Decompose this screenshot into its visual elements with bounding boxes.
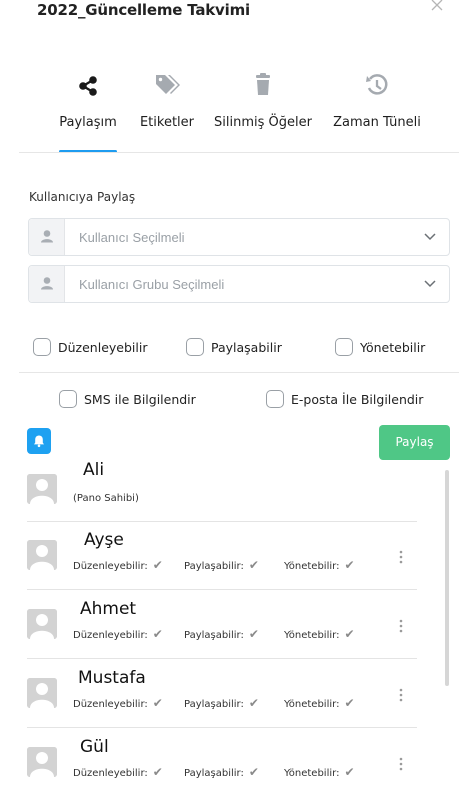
close-icon[interactable] (428, 0, 446, 16)
tags-icon (139, 70, 195, 100)
tab-deleted-items[interactable]: Silinmiş Öğeler (213, 70, 313, 154)
user-select-placeholder: Kullanıcı Seçilmeli (79, 230, 185, 245)
notification-options: SMS ile Bilgilendir E-posta İle Bilgilen… (0, 389, 470, 411)
perm-editable: Düzenleyebilir: ✔ (73, 627, 163, 641)
dialog-title: 2022_Güncelleme Takvimi (37, 1, 250, 19)
check-icon: ✔ (248, 627, 259, 641)
checkbox-box[interactable] (59, 390, 77, 408)
divider (19, 372, 459, 373)
chevron-down-icon (424, 280, 436, 288)
more-options-icon[interactable] (398, 757, 404, 771)
avatar (27, 540, 57, 570)
perm-shareable: Paylaşabilir: ✔ (184, 558, 259, 572)
check-icon: ✔ (344, 627, 355, 641)
share-button[interactable]: Paylaş (379, 425, 450, 460)
history-icon (330, 70, 424, 100)
perm-editable: Düzenleyebilir: ✔ (73, 696, 163, 710)
user-name: Ayşe (84, 530, 124, 550)
shareable-checkbox[interactable]: Paylaşabilir (186, 337, 282, 357)
divider (19, 152, 459, 153)
divider (27, 589, 417, 590)
chevron-down-icon (424, 233, 436, 241)
user-name: Mustafa (78, 668, 146, 688)
tab-tags[interactable]: Etiketler (139, 70, 195, 154)
checkbox-box[interactable] (186, 338, 204, 356)
user-icon (29, 266, 65, 302)
perm-editable: Düzenleyebilir: ✔ (73, 765, 163, 779)
perm-editable: Düzenleyebilir: ✔ (73, 558, 163, 572)
user-select[interactable]: Kullanıcı Seçilmeli (28, 218, 450, 256)
list-item: Mustafa Düzenleyebilir: ✔ Paylaşabilir: ✔ … (0, 668, 470, 737)
sms-notify-checkbox[interactable]: SMS ile Bilgilendir (59, 389, 196, 409)
manageable-label: Yönetebilir (360, 339, 426, 355)
check-icon: ✔ (152, 627, 163, 641)
user-group-select[interactable]: Kullanıcı Grubu Seçilmeli (28, 265, 450, 303)
tab-tags-label: Etiketler (139, 115, 195, 130)
more-options-icon[interactable] (398, 619, 404, 633)
more-options-icon[interactable] (398, 550, 404, 564)
user-icon (29, 219, 65, 255)
shareable-label: Paylaşabilir (211, 339, 282, 355)
tab-timeline[interactable]: Zaman Tüneli (330, 70, 424, 154)
check-icon: ✔ (152, 696, 163, 710)
owner-note: (Pano Sahibi) (73, 493, 139, 504)
user-name: Ahmet (80, 599, 137, 619)
editable-label: Düzenleyebilir (58, 339, 148, 355)
list-item: Gül Düzenleyebilir: ✔ Paylaşabilir: ✔ Yöne… (0, 737, 470, 791)
user-group-select-placeholder: Kullanıcı Grubu Seçilmeli (79, 277, 225, 292)
bell-icon (34, 435, 44, 448)
avatar (27, 609, 57, 639)
email-notify-checkbox[interactable]: E-posta İle Bilgilendir (266, 389, 423, 409)
notify-button[interactable] (27, 428, 51, 454)
perm-manageable: Yönetebilir: ✔ (284, 627, 355, 641)
share-icon (57, 70, 119, 100)
perm-manageable: Yönetebilir: ✔ (284, 696, 355, 710)
checkbox-box[interactable] (33, 338, 51, 356)
divider (27, 521, 417, 522)
list-item: Ayşe Düzenleyebilir: ✔ Paylaşabilir: ✔ Yön… (0, 530, 470, 599)
sms-notify-label: SMS ile Bilgilendir (84, 391, 196, 407)
checkbox-box[interactable] (335, 338, 353, 356)
email-notify-label: E-posta İle Bilgilendir (291, 391, 424, 407)
list-item: Ahmet Düzenleyebilir: ✔ Paylaşabilir: ✔ Yö… (0, 599, 470, 668)
checkbox-box[interactable] (266, 390, 284, 408)
more-options-icon[interactable] (398, 688, 404, 702)
check-icon: ✔ (344, 558, 355, 572)
check-icon: ✔ (248, 765, 259, 779)
list-scrollbar[interactable] (445, 470, 449, 686)
user-name: Ali (83, 462, 105, 480)
editable-checkbox[interactable]: Düzenleyebilir (33, 337, 147, 357)
tab-deleted-items-label: Silinmiş Öğeler (214, 115, 312, 130)
avatar (27, 747, 57, 777)
permission-options: Düzenleyebilir Paylaşabilir Yönetebilir (0, 337, 470, 359)
check-icon: ✔ (344, 765, 355, 779)
check-icon: ✔ (248, 558, 259, 572)
perm-manageable: Yönetebilir: ✔ (284, 765, 355, 779)
perm-shareable: Paylaşabilir: ✔ (184, 627, 259, 641)
tab-timeline-label: Zaman Tüneli (333, 115, 421, 130)
check-icon: ✔ (152, 765, 163, 779)
check-icon: ✔ (248, 696, 259, 710)
perm-manageable: Yönetebilir: ✔ (284, 558, 355, 572)
divider (27, 658, 417, 659)
user-name: Gül (80, 737, 109, 757)
check-icon: ✔ (344, 696, 355, 710)
tab-bar: Paylaşım Etiketler Silinmiş Öğeler Zaman… (0, 70, 470, 154)
perm-shareable: Paylaşabilir: ✔ (184, 765, 259, 779)
check-icon: ✔ (152, 558, 163, 572)
trash-icon (213, 70, 313, 100)
share-to-user-label: Kullanıcıya Paylaş (29, 190, 136, 204)
list-item: Ali (Pano Sahibi) (0, 462, 470, 531)
avatar (27, 678, 57, 708)
perm-shareable: Paylaşabilir: ✔ (184, 696, 259, 710)
manageable-checkbox[interactable]: Yönetebilir (335, 337, 425, 357)
avatar (27, 474, 57, 504)
tab-sharing-label: Paylaşım (59, 115, 117, 130)
tab-sharing[interactable]: Paylaşım (57, 70, 119, 154)
divider (27, 727, 417, 728)
shared-users-list[interactable]: Ali (Pano Sahibi) Ayşe Düzenleyebilir: ✔ … (0, 462, 470, 791)
